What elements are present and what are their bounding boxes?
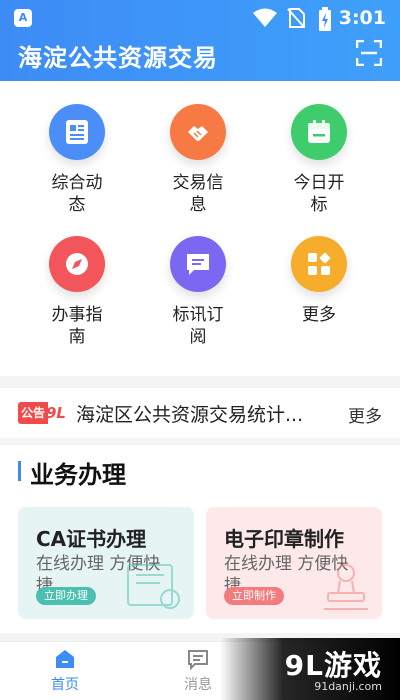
handle-now-button[interactable]: 立即办理 — [36, 587, 96, 605]
battery-icon — [319, 7, 331, 31]
page-title: 海淀公共资源交易 — [18, 44, 218, 72]
announcement-badge: 公告 9L — [18, 402, 70, 424]
grid-item-news[interactable]: 综合动态 — [27, 104, 127, 216]
home-icon — [56, 650, 74, 668]
nav-home[interactable]: 首页 — [30, 646, 100, 694]
card-title: CA证书办理 — [36, 527, 147, 551]
grid-item-label: 综合动态 — [51, 173, 103, 215]
quick-menu-grid: 综合动态 交易信息 今日开标 办事指南 标讯订阅 更多 — [0, 81, 400, 376]
badge-left: 公告 — [18, 402, 48, 424]
compass-icon — [49, 236, 105, 292]
news-more-link[interactable]: 更多 — [348, 402, 382, 427]
status-bar: A 3:01 — [0, 0, 400, 36]
grid-item-label: 交易信息 — [172, 173, 224, 215]
news-headline[interactable]: 海淀区公共资源交易统计... — [76, 400, 326, 427]
grid-item-today-bid[interactable]: 今日开标 — [269, 104, 369, 216]
grid-item-more[interactable]: 更多 — [269, 236, 369, 326]
e-seal-card[interactable]: 电子印章制作 在线办理 方便快捷 立即制作 — [206, 507, 382, 619]
grid-item-label: 办事指南 — [51, 305, 103, 347]
certificate-icon — [127, 564, 180, 609]
watermark-url: 91danji.com — [314, 680, 382, 693]
message-icon — [188, 650, 208, 670]
app-header: A 3:01 海淀公共资源交易 — [0, 0, 400, 81]
grid-item-trade[interactable]: 交易信息 — [148, 104, 248, 216]
badge-right: 9L — [46, 404, 66, 422]
app-notification-icon: A — [14, 9, 32, 27]
section-accent-bar — [18, 461, 21, 481]
grid-item-subscribe[interactable]: 标讯订阅 — [148, 236, 248, 348]
grid-item-label: 今日开标 — [293, 173, 345, 215]
handshake-icon — [170, 104, 226, 160]
calendar-icon — [291, 104, 347, 160]
ca-certificate-card[interactable]: CA证书办理 在线办理 方便快捷 立即办理 — [18, 507, 194, 619]
seal-stamp-icon — [324, 564, 368, 610]
status-time: 3:01 — [338, 7, 386, 29]
grid-item-label: 更多 — [302, 305, 336, 325]
message-icon — [170, 236, 226, 292]
grid-item-guide[interactable]: 办事指南 — [27, 236, 127, 348]
business-section: 业务办理 CA证书办理 在线办理 方便快捷 立即办理 电子印章制作 在线办理 方… — [0, 445, 400, 633]
wifi-icon — [253, 8, 277, 27]
watermark-logo: 9L游戏 — [284, 649, 382, 682]
news-ticker[interactable]: 公告 9L 海淀区公共资源交易统计... 更多 — [0, 388, 400, 438]
apps-icon — [291, 236, 347, 292]
document-icon — [49, 104, 105, 160]
scan-icon[interactable] — [356, 40, 382, 66]
grid-item-label: 标讯订阅 — [172, 305, 224, 347]
site-watermark: 9L游戏 91danji.com — [220, 638, 400, 700]
make-now-button[interactable]: 立即制作 — [224, 587, 284, 605]
card-title: 电子印章制作 — [224, 527, 344, 551]
nav-label: 首页 — [51, 677, 79, 693]
section-title: 业务办理 — [30, 461, 126, 489]
no-sim-icon — [287, 8, 305, 28]
